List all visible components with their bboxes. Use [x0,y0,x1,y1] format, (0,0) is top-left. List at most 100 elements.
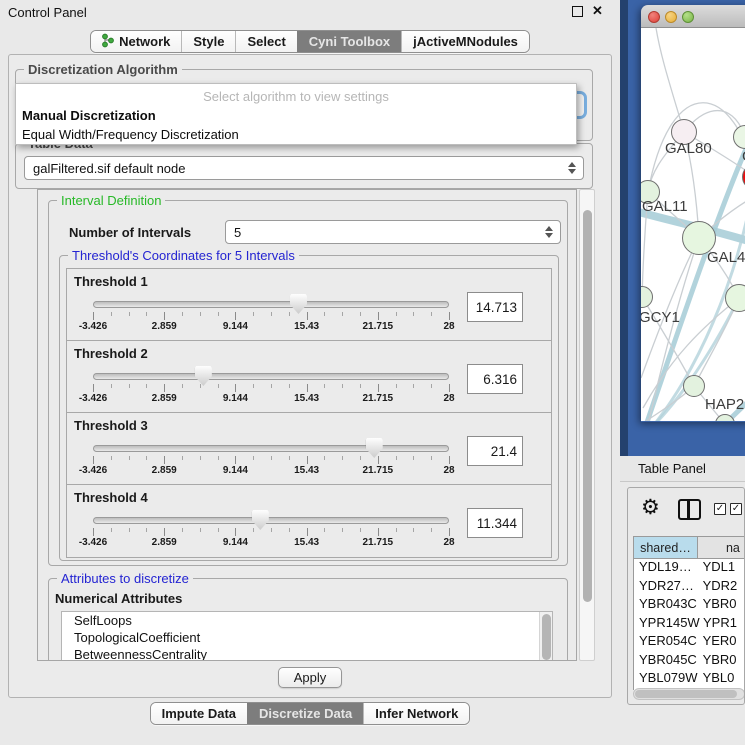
gear-icon[interactable]: ⚙ [641,495,660,519]
threshold-slider-handle[interactable] [252,510,269,530]
attribute-item[interactable]: SelfLoops [62,612,552,629]
tab-label: Style [193,34,224,49]
network-canvas[interactable]: GAL80GACGAL11GAL4GCY1HHAP2 [641,28,745,421]
tick-mark [200,528,201,532]
tick-mark [324,312,325,316]
threshold-slider-track[interactable] [93,517,449,524]
bottom-tab-impute-data[interactable]: Impute Data [151,703,247,724]
tick-mark [146,312,147,316]
checkbox-icon[interactable]: ✓ [714,503,726,515]
algorithm-option[interactable]: Equal Width/Frequency Discretization [22,127,239,142]
tick-mark [111,312,112,316]
algorithm-dropdown-popup: Select algorithm to view settings Manual… [15,83,577,145]
threshold-value-field[interactable]: 21.4 [467,436,523,466]
mac-zoom-icon[interactable] [682,11,694,23]
tick-mark [431,312,432,316]
tick-label: 15.43 [294,321,319,332]
threshold-value-field[interactable]: 11.344 [467,508,523,538]
bottom-tab-discretize-data[interactable]: Discretize Data [247,703,363,724]
tab-style[interactable]: Style [181,31,235,52]
desktop-background: GAL80GACGAL11GAL4GCY1HHAP2 [620,0,745,456]
number-of-intervals-combo[interactable]: 5 [225,220,561,244]
tab-jactivemnodules[interactable]: jActiveMNodules [401,31,529,52]
tab-network[interactable]: Network [91,31,181,52]
cell-name: YDL1 [699,559,745,578]
node-label: GCY1 [641,309,680,326]
threshold-slider-handle[interactable] [290,294,307,314]
tick-mark [271,456,272,460]
tick-mark [396,384,397,388]
node-label: GAL4 [707,249,745,266]
panel-scrollbar[interactable] [579,189,595,661]
node-table: shared… na YDL19…YDL1YDR27…YDR2YBR043CYB… [633,536,745,686]
table-row[interactable]: YBR045CYBR0 [634,652,745,671]
threshold-value-field[interactable]: 14.713 [467,292,523,322]
tick-mark [218,456,219,460]
threshold-slider-handle[interactable] [195,366,212,386]
attribute-item[interactable]: BetweennessCentrality [62,646,552,661]
attribute-item[interactable]: TopologicalCoefficient [62,629,552,646]
tick-mark [360,528,361,532]
control-panel-titlebar: Control Panel ✕ [0,0,620,24]
tab-label: Select [247,34,285,49]
network-node[interactable] [683,375,705,397]
columns-icon[interactable] [678,499,701,520]
threshold-slider-handle[interactable] [366,438,383,458]
slider-ticks [93,528,449,537]
tick-mark [235,312,236,320]
table-row[interactable]: YBR043CYBR0 [634,596,745,615]
threshold-row: Threshold 1-3.4262.8599.14415.4321.71528… [67,269,551,341]
threshold-value-field[interactable]: 6.316 [467,364,523,394]
tab-select[interactable]: Select [235,31,296,52]
table-row[interactable]: YDL19…YDL1 [634,559,745,578]
table-row[interactable]: YDR27…YDR2 [634,578,745,597]
tick-mark [360,384,361,388]
table-row[interactable]: YPR145WYPR1 [634,615,745,634]
tick-label: -3.426 [79,321,107,332]
mac-minimize-icon[interactable] [665,11,677,23]
mac-close-icon[interactable] [648,11,660,23]
numerical-attributes-list[interactable]: SelfLoopsTopologicalCoefficientBetweenne… [61,611,553,661]
apply-bar: Apply [9,665,611,697]
tab-cyni-toolbox[interactable]: Cyni Toolbox [297,31,401,52]
tick-mark [449,528,450,536]
cell-shared-name: YBR043C [634,596,699,615]
tick-label: -3.426 [79,537,107,548]
tick-mark [342,456,343,460]
tick-label: 28 [443,465,454,476]
table-toolbar: ⚙ ✓ ✓ [628,488,744,528]
tick-mark [396,312,397,316]
network-node[interactable] [725,284,745,312]
tick-label: 21.715 [363,321,394,332]
close-icon[interactable]: ✕ [592,3,603,19]
tick-mark [271,384,272,388]
tick-mark [413,456,414,460]
column-header-name[interactable]: na [698,537,745,558]
bottom-tab-infer-network[interactable]: Infer Network [363,703,469,724]
tick-mark [182,528,183,532]
tab-label: Network [119,34,170,49]
threshold-slider-track[interactable] [93,373,449,380]
algorithm-placeholder: Select algorithm to view settings [16,89,576,104]
right-region: GAL80GACGAL11GAL4GCY1HHAP2 Table Panel ⚙… [620,0,745,745]
table-row[interactable]: YBL079WYBL0 [634,670,745,689]
tick-mark [324,456,325,460]
threshold-slider-track[interactable] [93,445,449,452]
tick-mark [396,456,397,460]
attributes-scrollbar[interactable] [539,612,552,661]
network-icon [102,33,114,51]
threshold-slider-track[interactable] [93,301,449,308]
node-label: HAP2 [705,396,744,413]
tick-mark [289,456,290,460]
table-row[interactable]: YER054CYER0 [634,633,745,652]
table-data-combo[interactable]: galFiltered.sif default node [24,156,584,180]
algorithm-option[interactable]: Manual Discretization [22,108,156,123]
float-window-icon[interactable] [572,6,583,17]
tick-mark [182,384,183,388]
column-header-shared[interactable]: shared… [634,537,698,558]
checkbox-icon[interactable]: ✓ [730,503,742,515]
tab-label: Cyni Toolbox [309,34,390,49]
table-horizontal-scrollbar[interactable] [633,688,745,700]
stepper-icon [568,161,577,175]
apply-button[interactable]: Apply [278,667,342,688]
